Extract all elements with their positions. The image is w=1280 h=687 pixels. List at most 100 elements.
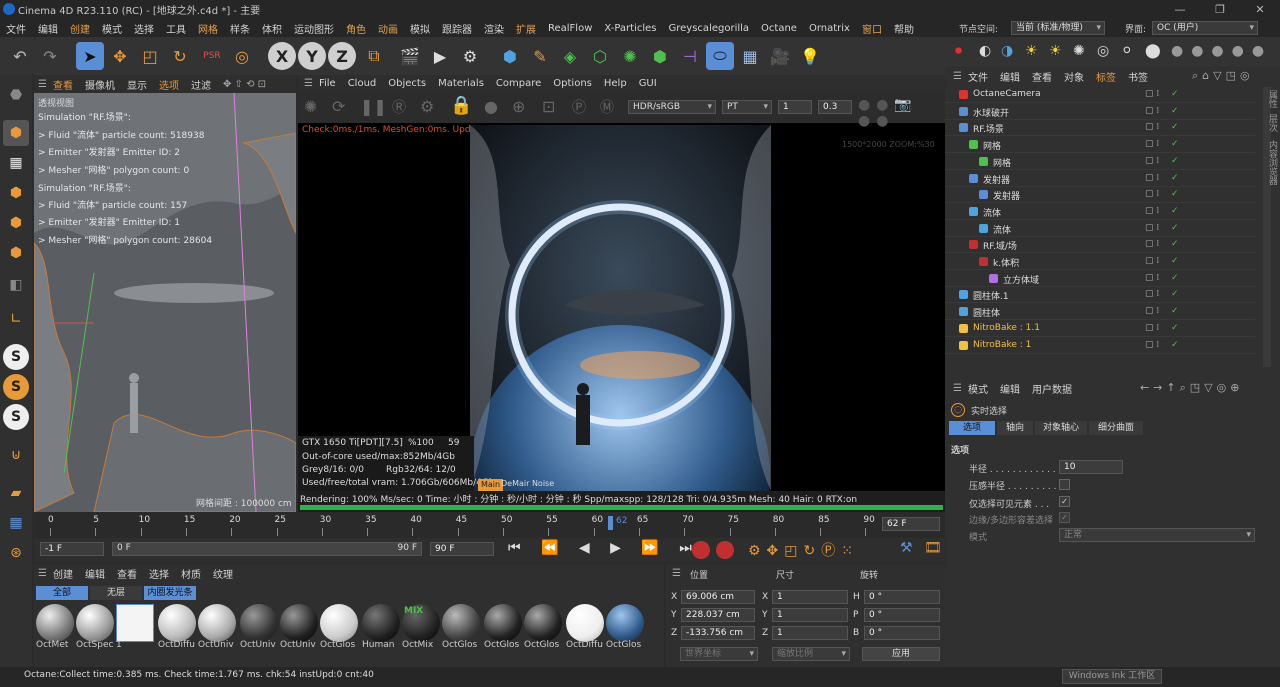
visibility-toggle[interactable]: ▢ ⁞ — [1145, 156, 1159, 166]
light-icon[interactable]: 💡 — [796, 42, 824, 70]
menu-item-edit[interactable]: 编辑 — [32, 21, 64, 36]
material-swatch[interactable] — [280, 604, 318, 642]
model-mode-icon[interactable]: ⬢ — [3, 120, 29, 146]
octane-light-icon[interactable]: ☀ — [1049, 43, 1062, 59]
pick-material-icon[interactable]: Ⓟ — [572, 97, 586, 117]
render-region-icon[interactable]: 🎬 — [396, 42, 424, 70]
texture-mode-icon[interactable]: ▦ — [3, 150, 29, 176]
menu-item-animate[interactable]: 动画 — [372, 21, 404, 36]
rv-menu-objects[interactable]: Objects — [382, 78, 432, 89]
mograph-icon[interactable]: ⬢ — [646, 42, 674, 70]
material-swatch[interactable] — [36, 604, 74, 642]
side-tab-layers[interactable]: 层次 — [1266, 114, 1279, 132]
side-tab-attributes[interactable]: 属性 — [1266, 90, 1279, 108]
visibility-toggle[interactable]: ▢ ⁞ — [1145, 289, 1159, 299]
material-swatch[interactable] — [524, 604, 562, 642]
menu-item-octane[interactable]: Octane — [755, 23, 803, 34]
deformer-icon[interactable]: ⊣ — [676, 42, 704, 70]
obj-menu-object[interactable]: 对象 — [1058, 69, 1090, 84]
menu-item-help[interactable]: 帮助 — [888, 21, 920, 36]
size-z-field[interactable]: 1 — [772, 626, 848, 640]
snap-s3-icon[interactable]: S — [3, 404, 29, 430]
menu-item-create[interactable]: 创建 — [64, 21, 96, 36]
object-name[interactable]: 网格 — [983, 139, 1001, 152]
select-cursor-icon[interactable]: ➤ — [76, 42, 104, 70]
octane-area-light-icon[interactable]: ✺ — [1073, 43, 1085, 59]
visibility-toggle[interactable]: ▢ ⁞ — [1145, 256, 1159, 266]
render-settings-gear-icon[interactable]: ⚙ — [420, 97, 434, 116]
menu-item-simulate[interactable]: 模拟 — [404, 21, 436, 36]
mat-menu-create[interactable]: 创建 — [47, 566, 79, 581]
object-row[interactable]: 网格 ▢ ⁞ ✓ — [945, 154, 1255, 170]
menu-item-volume[interactable]: 体积 — [256, 21, 288, 36]
snap-icon[interactable]: ◎ — [228, 42, 256, 70]
object-name[interactable]: RF.域/场 — [983, 239, 1017, 252]
menu-item-mode[interactable]: 模式 — [96, 21, 128, 36]
viewport-menu-display[interactable]: 显示 — [121, 77, 153, 92]
material-ball-icon[interactable]: ● — [484, 97, 498, 116]
object-row[interactable]: 流体 ▢ ⁞ ✓ — [945, 204, 1255, 220]
object-name[interactable]: 发射器 — [983, 173, 1010, 186]
object-name[interactable]: 水球破开 — [973, 106, 1009, 119]
menu-item-file[interactable]: 文件 — [0, 21, 32, 36]
size-x-field[interactable]: 1 — [772, 590, 848, 604]
make-editable-icon[interactable]: ⬣ — [3, 82, 29, 108]
octane-spot-icon[interactable]: ◎ — [1097, 43, 1109, 59]
visibility-toggle[interactable]: ▢ ⁞ — [1145, 139, 1159, 149]
mat-menu-edit[interactable]: 编辑 — [79, 566, 111, 581]
colorspace-dropdown[interactable]: HDR/sRGB — [628, 100, 716, 114]
noise-tag[interactable]: DeMair Noise — [501, 479, 554, 488]
octane-sun-icon[interactable]: ☀ — [1025, 43, 1038, 59]
material-swatch[interactable] — [442, 604, 480, 642]
viewport-menu-filter[interactable]: 过滤 — [185, 77, 217, 92]
enabled-check-icon[interactable]: ✓ — [1171, 89, 1179, 99]
pos-z-field[interactable]: -133.756 cm — [681, 626, 755, 640]
obj-search-icon[interactable]: ⌕⌂▽◳◎ — [1192, 69, 1254, 83]
object-name[interactable]: 发射器 — [993, 189, 1020, 202]
visible-only-checkbox[interactable]: ✓ — [1059, 496, 1070, 507]
viewport-nav-icon[interactable]: ✥ ⇧ ⟲ ⊡ — [217, 79, 272, 90]
render-view-icon[interactable]: ▶ — [426, 42, 454, 70]
lock-workplane-icon[interactable]: ⊛ — [3, 540, 29, 566]
side-tab-content-browser[interactable]: 内容浏览器 — [1266, 140, 1279, 185]
menu-item-window[interactable]: 窗口 — [856, 21, 888, 36]
render-value1-field[interactable]: 1 — [778, 100, 812, 114]
object-row[interactable]: 水球破开 ▢ ⁞ ✓ — [945, 104, 1255, 120]
object-name[interactable]: RF.场景 — [973, 122, 1004, 135]
pause-render-icon[interactable]: ❚❚ — [360, 97, 387, 116]
object-name[interactable]: 圆柱体.1 — [973, 289, 1009, 302]
enabled-check-icon[interactable]: ✓ — [1171, 306, 1179, 316]
visibility-toggle[interactable]: ▢ ⁞ — [1145, 106, 1159, 116]
menu-item-mograph[interactable]: 运动图形 — [288, 21, 340, 36]
undo-icon[interactable]: ↶ — [6, 42, 34, 70]
object-row[interactable]: RF.域/场 ▢ ⁞ ✓ — [945, 237, 1255, 254]
subdivision-icon[interactable]: ◈ — [556, 42, 584, 70]
menu-item-tracker[interactable]: 跟踪器 — [436, 21, 478, 36]
obj-menu-tags[interactable]: 标签 — [1090, 69, 1122, 84]
visibility-toggle[interactable]: ▢ ⁞ — [1145, 189, 1159, 199]
visibility-toggle[interactable]: ▢ ⁞ — [1145, 306, 1159, 316]
restart-render-icon[interactable]: ⟳ — [332, 97, 345, 116]
transport-buttons[interactable]: ⏮ ⏪ ◀ ▶ ⏩ ⏭ — [508, 540, 700, 556]
visibility-toggle[interactable]: ▢ ⁞ — [1145, 89, 1159, 99]
visibility-toggle[interactable]: ▢ ⁞ — [1145, 122, 1159, 132]
visibility-toggle[interactable]: ▢ ⁞ — [1145, 273, 1159, 283]
region-render-icon[interactable]: Ⓡ — [392, 97, 406, 117]
floor-icon[interactable]: ▦ — [736, 42, 764, 70]
visibility-toggle[interactable]: ▢ ⁞ — [1145, 323, 1159, 333]
interface-dropdown[interactable]: OC (用户) — [1152, 21, 1258, 35]
object-name[interactable]: 立方体域 — [1003, 273, 1039, 286]
octane-material-balls[interactable]: ●●●●● — [1171, 43, 1272, 59]
menu-item-greyscalegorilla[interactable]: Greyscalegorilla — [663, 23, 756, 34]
menu-item-extensions[interactable]: 扩展 — [510, 21, 542, 36]
enabled-check-icon[interactable]: ✓ — [1171, 189, 1179, 199]
rv-menu-cloud[interactable]: Cloud — [342, 78, 383, 89]
uv-mode-icon[interactable]: ◧ — [3, 272, 29, 298]
material-swatch[interactable] — [240, 604, 278, 642]
rv-menu-gui[interactable]: GUI — [633, 78, 663, 89]
timeline-playhead[interactable] — [608, 516, 613, 530]
rot-h-field[interactable]: 0 ° — [864, 590, 940, 604]
camera-icon[interactable]: 🎥 — [766, 42, 794, 70]
object-row[interactable]: RF.场景 ▢ ⁞ ✓ — [945, 120, 1255, 137]
autokey-icon[interactable] — [716, 541, 734, 559]
